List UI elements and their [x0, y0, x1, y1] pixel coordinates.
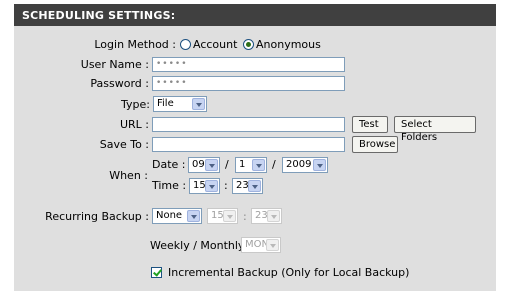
account-radio[interactable]: [180, 39, 191, 50]
recurring-minute-value: 23: [255, 210, 268, 221]
save-to-label: Save To :: [99, 138, 149, 151]
recurring-select[interactable]: None: [152, 208, 202, 224]
chevron-down-icon: [205, 180, 218, 192]
url-field[interactable]: [152, 117, 345, 132]
type-label: Type:: [121, 98, 150, 111]
date-separator: /: [272, 158, 276, 171]
weekly-monthly-label: Weekly / Monthly :: [150, 239, 252, 252]
when-label: When :: [109, 169, 148, 182]
incremental-backup-checkbox[interactable]: [151, 267, 162, 278]
recurring-hour-select[interactable]: 15: [207, 208, 238, 224]
anonymous-radio[interactable]: [243, 39, 254, 50]
minute-select[interactable]: 23: [232, 178, 263, 194]
year-select[interactable]: 2009: [282, 157, 328, 173]
chevron-down-icon: [248, 180, 261, 192]
hour-value: 15: [193, 180, 206, 191]
account-radio-label[interactable]: Account: [193, 38, 237, 51]
hour-select[interactable]: 15: [189, 178, 220, 194]
year-value: 2009: [286, 159, 312, 170]
minute-value: 23: [236, 180, 249, 191]
incremental-backup-label: Incremental Backup (Only for Local Backu…: [168, 266, 410, 279]
day-select[interactable]: 1: [235, 157, 267, 173]
chevron-down-icon: [313, 159, 326, 171]
chevron-down-icon: [192, 98, 205, 110]
recurring-backup-label: Recurring Backup :: [45, 210, 149, 223]
login-method-label: Login Method :: [94, 38, 176, 51]
section-header: SCHEDULING SETTINGS:: [14, 4, 496, 26]
recurring-value: None: [156, 210, 183, 221]
recurring-hour-value: 15: [211, 210, 224, 221]
password-field[interactable]: •••••: [152, 76, 345, 91]
recurring-minute-select[interactable]: 23: [251, 208, 282, 224]
save-to-field[interactable]: [152, 137, 345, 152]
user-name-field[interactable]: •••••: [152, 57, 345, 72]
recurring-time-separator: :: [243, 210, 247, 223]
browse-button[interactable]: Browse: [352, 136, 398, 153]
month-select[interactable]: 09: [188, 157, 220, 173]
url-label: URL :: [119, 118, 149, 131]
anonymous-radio-label[interactable]: Anonymous: [256, 38, 321, 51]
chevron-down-icon: [266, 239, 279, 251]
time-separator: :: [224, 179, 228, 192]
scheduling-panel: Login Method : Account Anonymous User Na…: [14, 26, 496, 291]
select-folders-button[interactable]: Select Folders: [394, 116, 476, 143]
date-separator: /: [225, 158, 229, 171]
weekly-monthly-select[interactable]: MON: [241, 237, 281, 253]
time-label: Time :: [152, 179, 187, 192]
chevron-down-icon: [252, 159, 265, 171]
month-value: 09: [192, 159, 205, 170]
test-button[interactable]: Test: [352, 116, 388, 133]
day-value: 1: [239, 159, 246, 170]
type-select-value: File: [157, 98, 174, 109]
chevron-down-icon: [187, 210, 200, 222]
date-label: Date :: [152, 158, 186, 171]
chevron-down-icon: [205, 159, 218, 171]
chevron-down-icon: [223, 210, 236, 222]
password-label: Password :: [90, 77, 149, 90]
type-select[interactable]: File: [153, 96, 207, 112]
user-name-label: User Name :: [80, 58, 149, 71]
section-title: SCHEDULING SETTINGS:: [22, 9, 176, 22]
chevron-down-icon: [267, 210, 280, 222]
